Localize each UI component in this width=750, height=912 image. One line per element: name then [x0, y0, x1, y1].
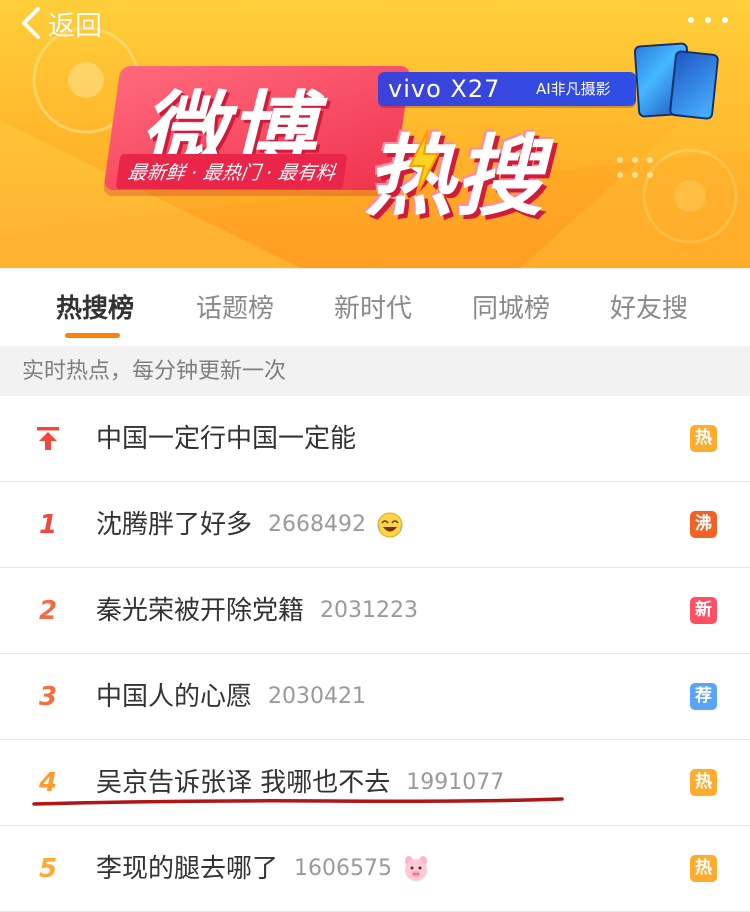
search-count: 1606575 — [294, 855, 392, 881]
list-item-title: 秦光荣被开除党籍 — [96, 595, 305, 626]
chevron-left-icon — [22, 7, 40, 39]
lightning-bolt-icon — [408, 129, 440, 197]
search-count: 2668492 — [268, 511, 366, 537]
boiling-badge: 沸 — [690, 511, 717, 538]
list-item-content: 秦光荣被开除党籍 2031223 — [96, 568, 418, 653]
list-item-title: 中国一定行中国一定能 — [96, 423, 357, 454]
list-item-content: 中国一定行中国一定能 — [96, 396, 356, 481]
list-item-content: 吴京告诉张译 我哪也不去 1991077 — [96, 740, 504, 825]
rank-number: 3 — [38, 682, 58, 712]
list-item-content: 沈腾胖了好多 2668492 — [96, 482, 404, 567]
banner-slogan: 最新鲜 · 最热门 · 最有料 — [115, 154, 348, 189]
more-options-button[interactable] — [688, 14, 728, 26]
hot-search-banner: 返回 微博 热搜 最新鲜 · 最热门 · 最有料 vivo X27 AI非凡摄影 — [0, 0, 750, 268]
active-tab-indicator — [65, 333, 120, 338]
tab-topics[interactable]: 话题榜 — [192, 269, 278, 347]
new-badge: 新 — [690, 597, 717, 624]
tab-new-era[interactable]: 新时代 — [330, 269, 416, 347]
more-dot-icon — [688, 17, 694, 23]
hot-badge: 热 — [690, 425, 717, 452]
search-count: 2031223 — [320, 597, 418, 623]
pig-face-emoji-icon — [405, 855, 427, 881]
list-item-title: 李现的腿去哪了 — [96, 853, 279, 884]
list-item[interactable]: 4 吴京告诉张译 我哪也不去 1991077 热 — [0, 740, 750, 826]
search-count: 2030421 — [268, 683, 366, 709]
list-item[interactable]: 3 中国人的心愿 2030421 荐 — [0, 654, 750, 740]
laugh-cry-emoji-icon — [377, 512, 403, 537]
red-annotation-underline — [32, 797, 564, 806]
rank-number: 4 — [38, 768, 58, 798]
rank-number: 1 — [38, 510, 58, 540]
phone-ad-image-secondary — [668, 49, 720, 121]
back-button[interactable]: 返回 — [18, 2, 102, 44]
hot-search-list: 中国一定行中国一定能 热 1 沈腾胖了好多 2668492 沸 2 秦光荣被开除… — [0, 396, 750, 912]
list-item[interactable]: 5 李现的腿去哪了 1606575 热 — [0, 826, 750, 912]
list-item-content: 中国人的心愿 2030421 — [96, 654, 366, 739]
list-item-content: 李现的腿去哪了 1606575 — [96, 826, 430, 911]
pinned-top-icon — [37, 427, 59, 450]
list-item-title: 沈腾胖了好多 — [96, 509, 253, 540]
ranking-tabs: 热搜榜 话题榜 新时代 同城榜 好友搜 — [0, 268, 750, 347]
rank-number: 5 — [38, 854, 58, 884]
list-item[interactable]: 中国一定行中国一定能 热 — [0, 396, 750, 482]
ad-tagline: AI非凡摄影 — [536, 80, 611, 98]
ad-model-name: vivo X27 — [388, 75, 501, 103]
hot-badge: 热 — [690, 855, 717, 882]
update-notice: 实时热点，每分钟更新一次 — [0, 346, 750, 396]
list-item[interactable]: 1 沈腾胖了好多 2668492 沸 — [0, 482, 750, 568]
recommended-badge: 荐 — [690, 683, 717, 710]
banner-title-hot-search: 热搜 — [365, 125, 546, 228]
list-item-title: 吴京告诉张译 我哪也不去 — [96, 767, 391, 798]
more-dot-icon — [722, 17, 728, 23]
list-item[interactable]: 2 秦光荣被开除党籍 2031223 新 — [0, 568, 750, 654]
search-count: 1991077 — [406, 769, 505, 795]
list-item-title: 中国人的心愿 — [96, 681, 253, 712]
rank-number: 2 — [38, 596, 58, 626]
back-button-label: 返回 — [48, 10, 102, 42]
tab-local[interactable]: 同城榜 — [468, 269, 554, 347]
tab-friends-search[interactable]: 好友搜 — [606, 269, 692, 347]
more-dot-icon — [705, 17, 711, 23]
hot-badge: 热 — [690, 769, 717, 796]
